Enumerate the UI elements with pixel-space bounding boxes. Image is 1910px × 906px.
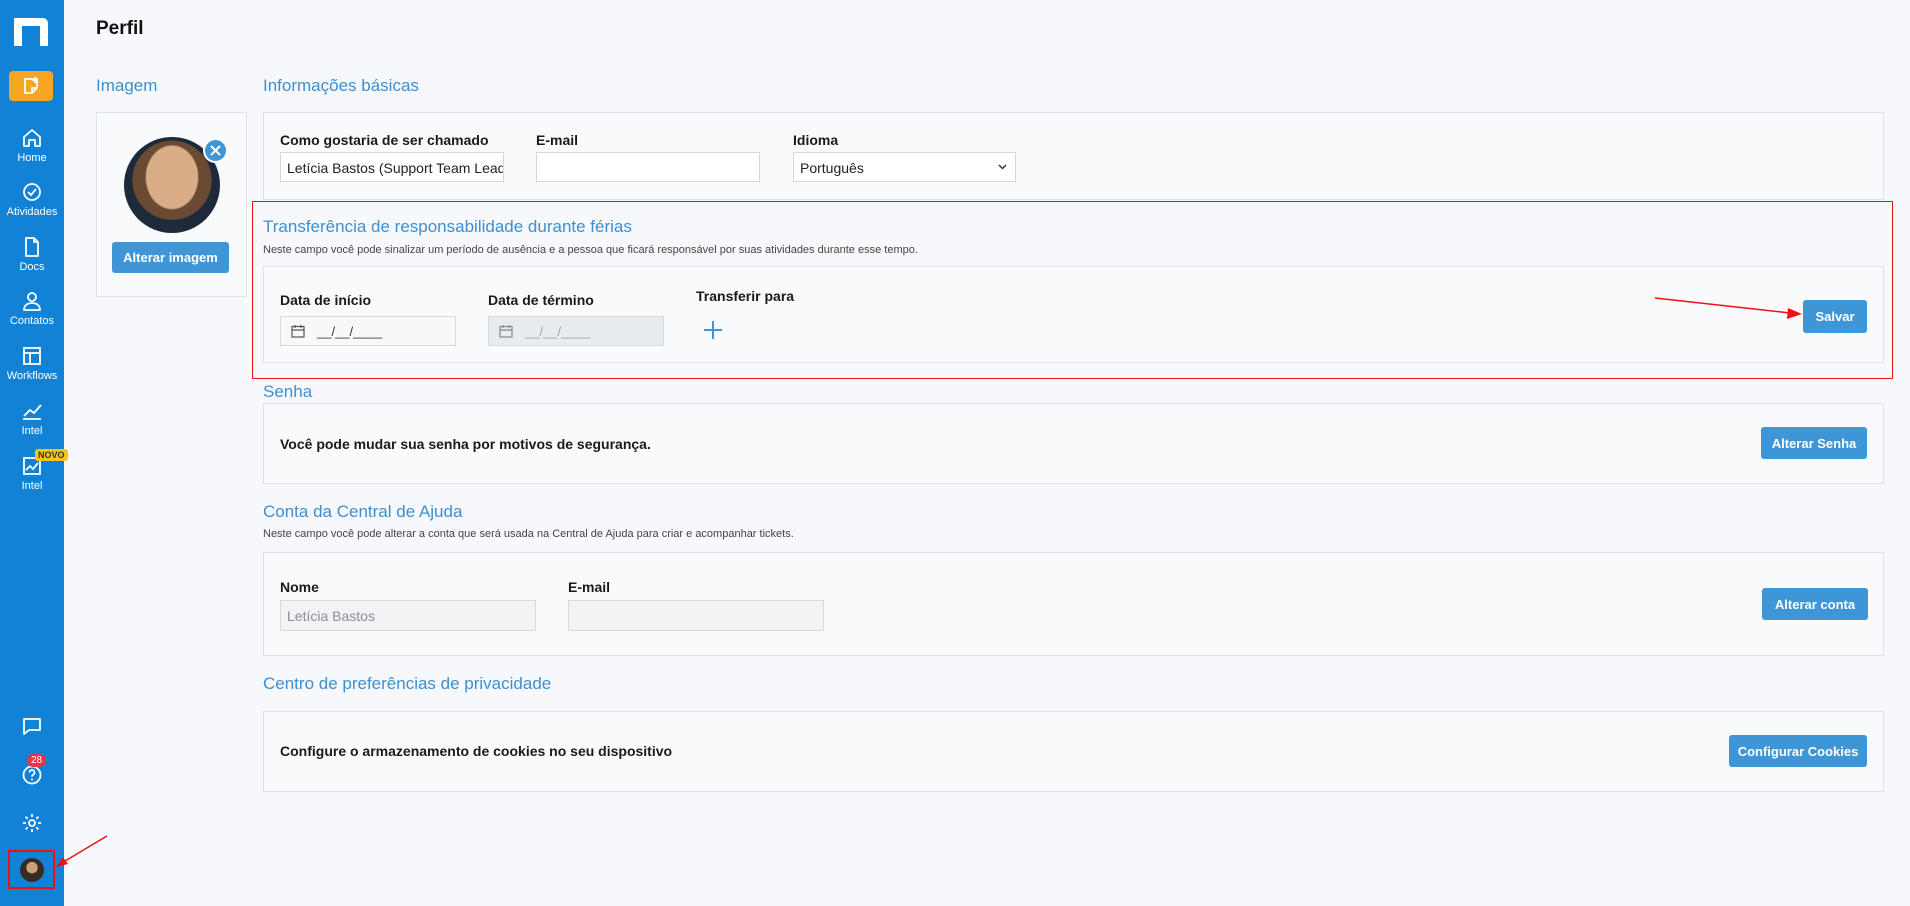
- app-logo[interactable]: [12, 14, 52, 48]
- gear-icon: [23, 814, 41, 832]
- help-email-field[interactable]: [568, 600, 824, 631]
- calendar-icon: [499, 325, 513, 338]
- language-selected: Português: [800, 160, 864, 176]
- name-label: Como gostaria de ser chamado: [280, 132, 489, 148]
- workflow-icon: [23, 347, 41, 365]
- sidebar-item-intel-new[interactable]: NOVO Intel: [0, 449, 68, 492]
- new-document-button[interactable]: [9, 71, 53, 101]
- sidebar-item-label: Atividades: [6, 206, 58, 218]
- check-circle-icon: [23, 183, 41, 201]
- sidebar-item-contatos[interactable]: Contatos: [0, 290, 64, 327]
- sidebar-item-label: Intel: [21, 425, 43, 437]
- vacation-card: [263, 266, 1884, 363]
- chat-icon: [23, 718, 41, 735]
- sidebar-item-docs[interactable]: Docs: [0, 236, 64, 273]
- name-field[interactable]: Letícia Bastos (Support Team Lead -: [280, 152, 504, 182]
- annotation-arrow-save: [1654, 297, 1802, 319]
- sidebar-item-label: Docs: [19, 261, 45, 273]
- basic-info-title: Informações básicas: [263, 76, 419, 95]
- annotation-arrow-avatar: [56, 835, 108, 867]
- sidebar-item-atividades[interactable]: Atividades: [0, 181, 64, 218]
- sidebar: Home Atividades Docs Contatos Workflows …: [0, 0, 68, 906]
- start-date-value: __/__/____: [317, 323, 383, 339]
- avatar: [19, 857, 44, 882]
- vacation-title: Transferência de responsabilidade durant…: [263, 217, 632, 236]
- configure-cookies-button[interactable]: Configurar Cookies: [1729, 735, 1867, 767]
- sidebar-item-label: Home: [17, 152, 47, 164]
- email-field[interactable]: [536, 152, 760, 182]
- change-image-button[interactable]: Alterar imagem: [112, 242, 229, 273]
- vacation-description: Neste campo você pode sinalizar um perío…: [263, 244, 918, 256]
- new-document-icon: [24, 77, 38, 94]
- password-title: Senha: [263, 382, 313, 401]
- home-icon: [23, 129, 41, 147]
- help-email-label: E-mail: [568, 579, 611, 595]
- help-icon: [22, 765, 42, 785]
- help-count-badge: 28: [27, 754, 47, 767]
- image-section-title: Imagem: [96, 76, 158, 95]
- page-title: Perfil: [96, 18, 144, 39]
- password-text: Você pode mudar sua senha por motivos de…: [280, 436, 651, 452]
- document-icon: [25, 237, 39, 257]
- help-center-title: Conta da Central de Ajuda: [263, 502, 463, 521]
- basic-info-card: [263, 112, 1884, 200]
- help-center-description: Neste campo você pode alterar a conta qu…: [263, 528, 794, 540]
- email-label: E-mail: [536, 132, 579, 148]
- help-name-field[interactable]: Letícia Bastos: [280, 600, 536, 631]
- close-icon: [210, 145, 221, 156]
- user-avatar-button[interactable]: [8, 850, 55, 889]
- user-icon: [23, 292, 41, 311]
- privacy-title: Centro de preferências de privacidade: [263, 674, 552, 693]
- chevron-down-icon: [998, 164, 1007, 170]
- change-account-button[interactable]: Alterar conta: [1762, 588, 1868, 620]
- start-date-label: Data de início: [280, 292, 372, 308]
- chat-button[interactable]: [0, 715, 64, 737]
- end-date-value: __/__/____: [525, 323, 591, 339]
- change-password-button[interactable]: Alterar Senha: [1761, 427, 1867, 459]
- end-date-input[interactable]: __/__/____: [488, 316, 664, 346]
- sidebar-item-label: Intel: [21, 480, 43, 492]
- transfer-label: Transferir para: [696, 288, 795, 304]
- privacy-text: Configure o armazenamento de cookies no …: [280, 743, 673, 759]
- language-select[interactable]: Português: [793, 152, 1016, 182]
- end-date-label: Data de término: [488, 292, 594, 308]
- sidebar-item-intel[interactable]: Intel: [0, 400, 64, 437]
- help-name-label: Nome: [280, 579, 319, 595]
- add-person-plus-icon[interactable]: [702, 319, 724, 341]
- sidebar-item-workflows[interactable]: Workflows: [0, 345, 64, 382]
- sidebar-item-label: Workflows: [6, 370, 58, 382]
- save-button[interactable]: Salvar: [1803, 300, 1867, 333]
- start-date-input[interactable]: __/__/____: [280, 316, 456, 346]
- new-badge: NOVO: [35, 449, 68, 461]
- calendar-icon: [291, 325, 305, 338]
- language-label: Idioma: [793, 132, 839, 148]
- chart-line-icon: [23, 404, 42, 420]
- sidebar-item-label: Contatos: [9, 315, 55, 327]
- remove-image-button[interactable]: [203, 138, 228, 163]
- help-button[interactable]: 28: [0, 754, 64, 786]
- sidebar-item-home[interactable]: Home: [0, 127, 64, 164]
